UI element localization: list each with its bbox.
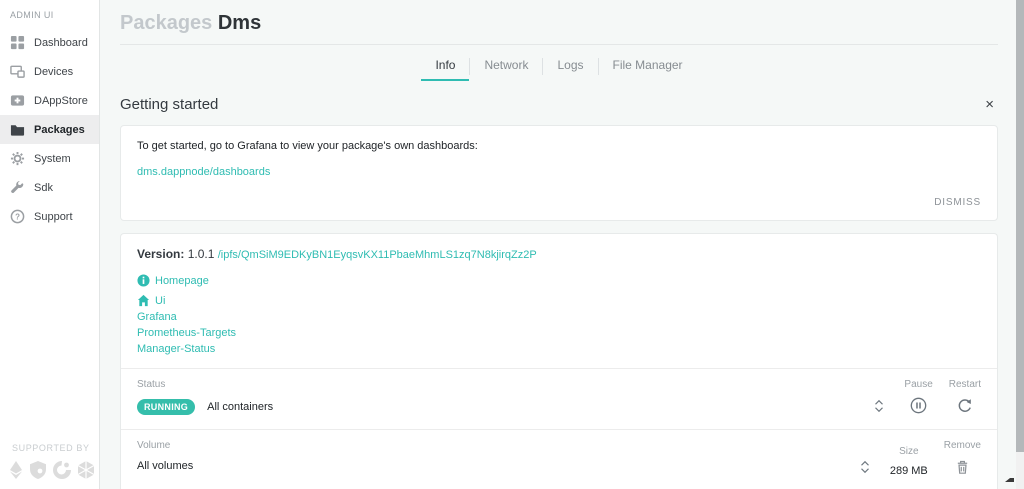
prometheus-targets-link[interactable]: Prometheus-Targets bbox=[137, 327, 236, 339]
container-selector-toggle[interactable] bbox=[870, 398, 888, 416]
mouse-cursor bbox=[1005, 469, 1014, 487]
dashboards-link[interactable]: dms.dappnode/dashboards bbox=[137, 166, 270, 178]
breadcrumb[interactable]: Packages bbox=[120, 12, 212, 34]
header-divider bbox=[120, 44, 998, 45]
dismiss-button[interactable]: DISMISS bbox=[934, 197, 981, 208]
folder-icon bbox=[10, 122, 25, 137]
chevron-updown-icon bbox=[858, 459, 872, 478]
supported-by-label: SUPPORTED BY bbox=[12, 443, 90, 453]
version-line: Version: 1.0.1 /ipfs/QmSiM9EDKyBN1EyqsvK… bbox=[137, 247, 981, 261]
version-label: Version: bbox=[137, 247, 185, 261]
sidebar-item-devices[interactable]: Devices bbox=[0, 57, 99, 86]
getting-started-heading: Getting started bbox=[120, 96, 219, 113]
volume-scope: All volumes bbox=[137, 460, 194, 472]
sidebar-item-label: Support bbox=[34, 210, 73, 223]
sidebar-item-dashboard[interactable]: Dashboard bbox=[0, 28, 99, 57]
tab-info[interactable]: Info bbox=[421, 53, 470, 81]
sidebar-item-dappstore[interactable]: DAppStore bbox=[0, 86, 99, 115]
package-links: Homepage Ui Grafana Prometheus-Targets M… bbox=[137, 274, 981, 355]
info-icon bbox=[137, 274, 150, 287]
sidebar-item-packages[interactable]: Packages bbox=[0, 115, 99, 144]
sidebar-item-label: Packages bbox=[34, 123, 85, 136]
restart-button[interactable] bbox=[956, 398, 974, 416]
ui-link[interactable]: Ui bbox=[155, 295, 165, 307]
homepage-link[interactable]: Homepage bbox=[155, 275, 209, 287]
manager-status-link[interactable]: Manager-Status bbox=[137, 343, 215, 355]
chevron-updown-icon bbox=[872, 398, 886, 417]
status-badge: RUNNING bbox=[137, 399, 196, 415]
sidebar-item-support[interactable]: ? Support bbox=[0, 202, 99, 231]
page-title: Packages Dms bbox=[120, 0, 998, 35]
sidebar-item-label: DAppStore bbox=[34, 94, 88, 107]
cube-logo-icon bbox=[77, 461, 95, 479]
tab-logs[interactable]: Logs bbox=[543, 53, 597, 81]
sidebar-item-sdk[interactable]: Sdk bbox=[0, 173, 99, 202]
question-icon: ? bbox=[10, 209, 25, 224]
getting-started-header: Getting started × bbox=[120, 95, 998, 114]
sidebar: ADMIN UI Dashboard Devices DAppStore Pac… bbox=[0, 0, 100, 489]
remove-volume-button[interactable] bbox=[953, 459, 971, 477]
dashboard-icon bbox=[10, 35, 25, 50]
wrench-icon bbox=[10, 180, 25, 195]
package-name: Dms bbox=[217, 12, 262, 34]
pause-label: Pause bbox=[904, 379, 933, 390]
scrollbar-track[interactable] bbox=[1016, 0, 1024, 489]
pause-icon bbox=[910, 397, 927, 417]
size-label: Size bbox=[899, 446, 919, 457]
volume-label: Volume bbox=[137, 440, 171, 451]
shield-logo-icon bbox=[29, 461, 47, 479]
status-label: Status bbox=[137, 379, 166, 390]
restart-icon bbox=[957, 398, 973, 417]
home-icon bbox=[137, 294, 150, 307]
sidebar-item-label: Devices bbox=[34, 65, 74, 78]
swirl-logo-icon bbox=[52, 461, 72, 479]
store-icon bbox=[10, 93, 25, 108]
ipfs-hash-link[interactable]: /ipfs/QmSiM9EDKyBN1EyqsvKX11PbaeMhmLS1zq… bbox=[218, 249, 537, 261]
getting-started-card: To get started, go to Grafana to view yo… bbox=[120, 125, 998, 221]
sidebar-item-system[interactable]: System bbox=[0, 144, 99, 173]
devices-icon bbox=[10, 64, 25, 79]
svg-text:?: ? bbox=[15, 212, 20, 221]
status-section: Status RUNNING All containers Pause Rest… bbox=[121, 369, 997, 429]
volume-selector-toggle[interactable] bbox=[856, 459, 874, 477]
tab-file-manager[interactable]: File Manager bbox=[599, 53, 697, 81]
supported-by-section: SUPPORTED BY bbox=[0, 435, 99, 489]
tab-network[interactable]: Network bbox=[470, 53, 542, 81]
sidebar-item-label: Dashboard bbox=[34, 36, 88, 49]
close-icon[interactable]: × bbox=[981, 95, 998, 114]
sidebar-item-label: Sdk bbox=[34, 181, 53, 194]
trash-icon bbox=[955, 459, 970, 478]
sidebar-item-label: System bbox=[34, 152, 71, 165]
remove-volume-label: Remove bbox=[943, 440, 981, 451]
pause-button[interactable] bbox=[910, 397, 928, 417]
volume-size: 289 MB bbox=[889, 465, 928, 477]
gear-icon bbox=[10, 151, 25, 166]
volume-section: Volume All volumes Size 289 MB Remove bbox=[121, 430, 997, 489]
restart-label: Restart bbox=[948, 379, 981, 390]
version-value: 1.0.1 bbox=[187, 247, 215, 261]
status-scope: All containers bbox=[207, 401, 274, 413]
package-card: Version: 1.0.1 /ipfs/QmSiM9EDKyBN1EyqsvK… bbox=[120, 233, 998, 489]
main-content: Packages Dms Info Network Logs File Mana… bbox=[100, 0, 1016, 489]
ethereum-logo-icon bbox=[8, 461, 24, 479]
tab-bar: Info Network Logs File Manager bbox=[120, 53, 998, 81]
brand-label: ADMIN UI bbox=[10, 10, 54, 20]
getting-started-text: To get started, go to Grafana to view yo… bbox=[137, 140, 478, 152]
scrollbar-thumb[interactable] bbox=[1016, 0, 1024, 452]
grafana-link[interactable]: Grafana bbox=[137, 311, 177, 323]
